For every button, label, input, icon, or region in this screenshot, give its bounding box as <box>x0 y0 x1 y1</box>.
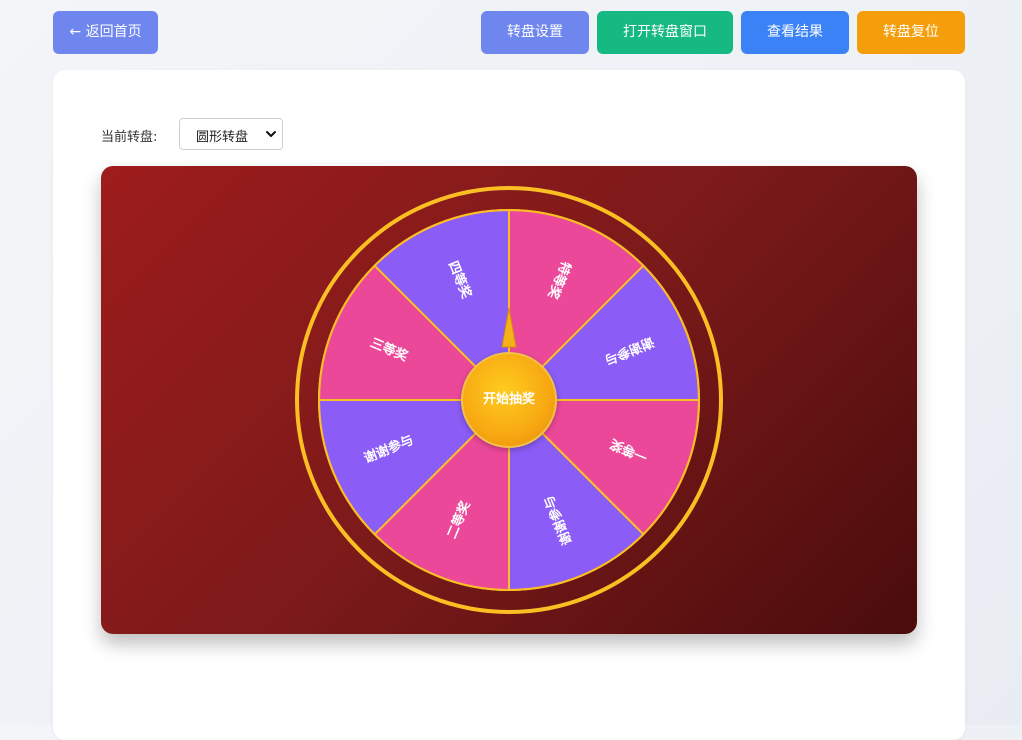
wheel-type-select[interactable]: 圆形转盘 <box>179 118 283 150</box>
top-toolbar: ← 返回首页 转盘设置 打开转盘窗口 查看结果 转盘复位 <box>53 11 965 54</box>
view-results-button[interactable]: 查看结果 <box>741 11 849 54</box>
wheel-stage: 特等奖 谢谢参与 一等奖 谢谢参与 二等奖 谢谢参与 三等奖 四等奖 开始抽奖 <box>101 166 917 634</box>
chevron-down-icon <box>266 131 276 137</box>
back-home-button[interactable]: ← 返回首页 <box>53 11 158 54</box>
main-card: 当前转盘: 圆形转盘 特等奖 谢谢参与 一等奖 谢谢参与 二等奖 谢谢参与 三等奖 四等奖 开… <box>53 70 965 740</box>
wheel-type-select-value: 圆形转盘 <box>196 130 249 145</box>
start-draw-button[interactable]: 开始抽奖 <box>461 352 557 448</box>
wheel-settings-button[interactable]: 转盘设置 <box>481 11 589 54</box>
open-wheel-window-button[interactable]: 打开转盘窗口 <box>597 11 733 54</box>
wheel-reset-button[interactable]: 转盘复位 <box>857 11 965 54</box>
wheel-selector-label: 当前转盘: <box>101 130 158 145</box>
